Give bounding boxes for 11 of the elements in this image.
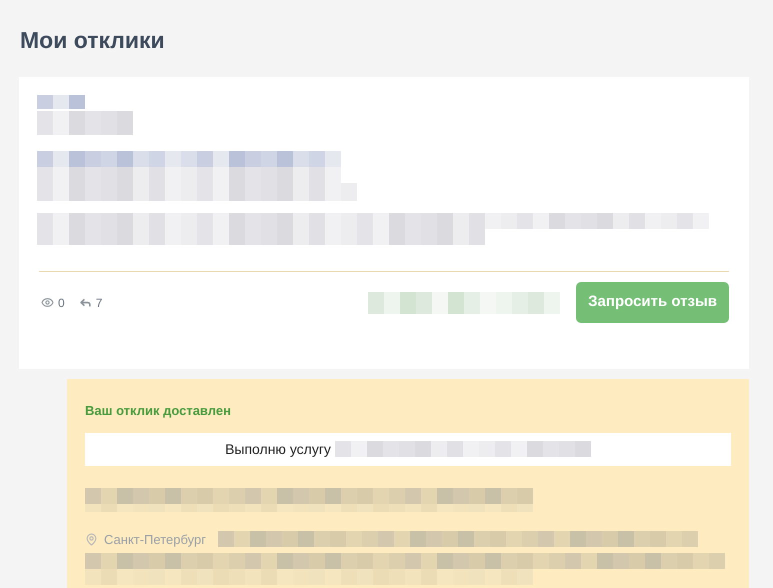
- replies-count: 7: [96, 294, 102, 312]
- views-count: 0: [58, 294, 65, 312]
- location-pin-icon: [85, 532, 98, 546]
- blurred-text: [37, 95, 85, 109]
- eye-icon: [41, 296, 54, 309]
- message-text: Выполню услугу: [225, 440, 331, 459]
- city-label: Санкт-Петербург: [104, 530, 206, 549]
- delivery-status: Ваш отклик доставлен: [85, 402, 232, 420]
- request-review-button[interactable]: Запросить отзыв: [576, 282, 729, 323]
- reply-icon: [78, 296, 92, 309]
- page-title: Мои отклики: [19, 26, 166, 54]
